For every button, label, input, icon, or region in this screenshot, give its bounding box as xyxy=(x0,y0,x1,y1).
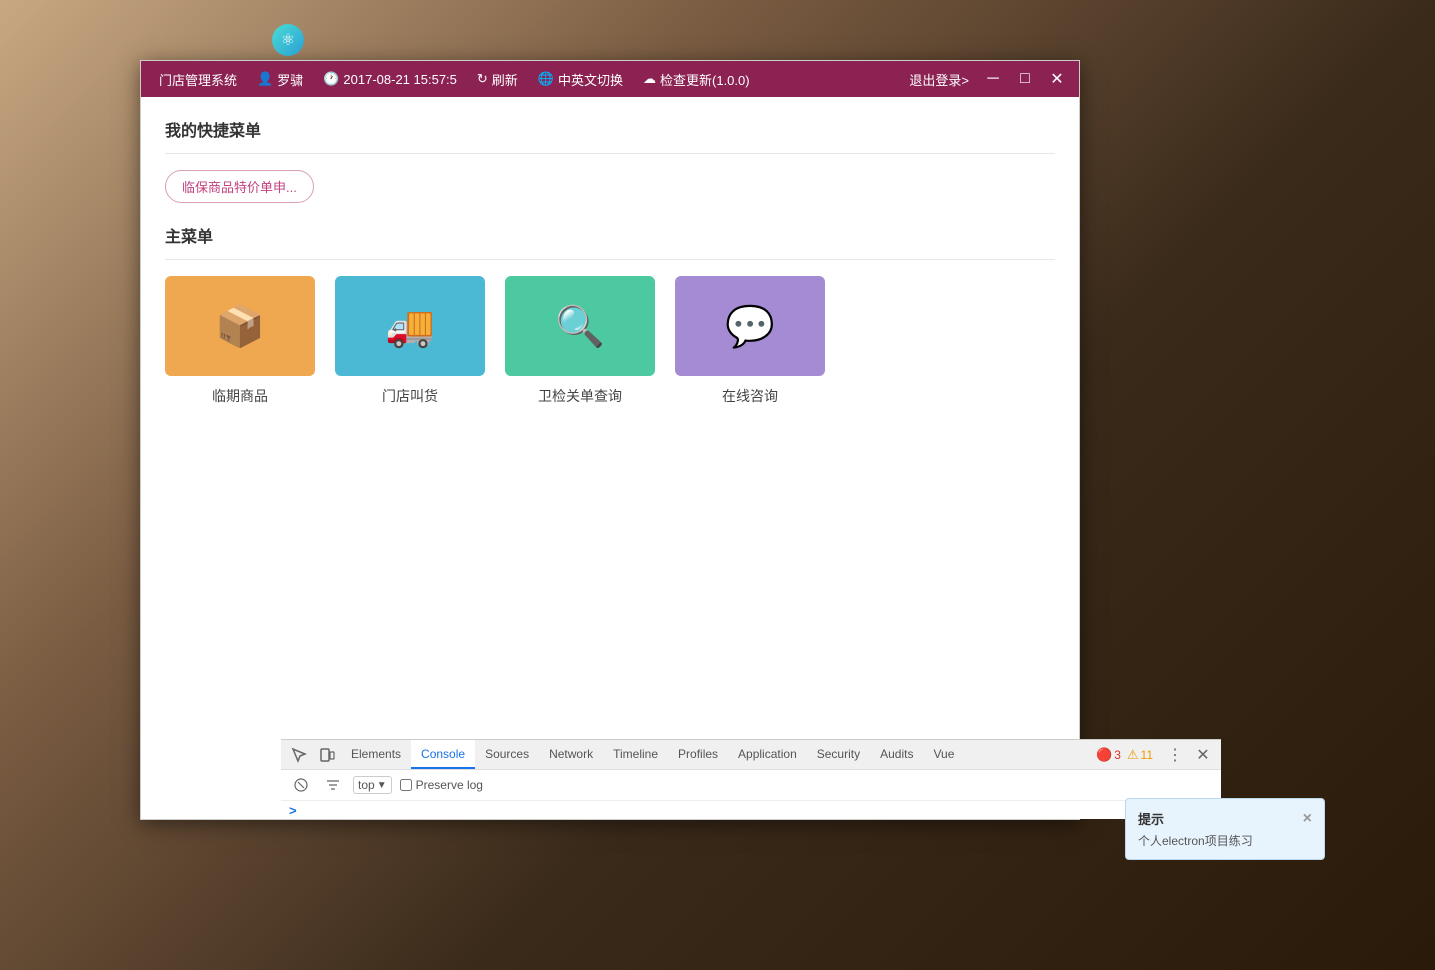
weijian-icon: 🔍 xyxy=(555,303,605,350)
lang-label: 中英文切换 xyxy=(558,70,623,89)
inspect-icon-btn[interactable] xyxy=(285,741,313,769)
preserve-log-check[interactable]: Preserve log xyxy=(400,778,483,792)
check-update-button[interactable]: ☁ 检查更新(1.0.0) xyxy=(633,70,760,89)
devtools-panel: Elements Console Sources Network Timelin… xyxy=(281,739,1221,819)
tab-sources[interactable]: Sources xyxy=(475,740,539,769)
tooltip-box: 提示 × 个人electron项目练习 xyxy=(1125,798,1325,860)
devtools-close-button[interactable]: ✕ xyxy=(1189,741,1217,769)
datetime-label: 2017-08-21 15:57:5 xyxy=(343,72,456,87)
error-count: 3 xyxy=(1114,748,1121,762)
update-icon: ☁ xyxy=(643,71,656,87)
warning-count: 11 xyxy=(1141,748,1153,762)
main-content: 我的快捷菜单 临保商品特价单申... 主菜单 📦 临期商品 xyxy=(141,97,1079,819)
menu-item-mendian[interactable]: 🚚 门店叫货 xyxy=(335,276,485,406)
menu-item-weijian[interactable]: 🔍 卫检关单查询 xyxy=(505,276,655,406)
devtools-tabs: Elements Console Sources Network Timelin… xyxy=(281,740,1221,770)
quick-menu-title: 我的快捷菜单 xyxy=(165,117,1055,141)
close-button[interactable]: ✕ xyxy=(1043,65,1071,93)
quick-menu-section: 我的快捷菜单 临保商品特价单申... xyxy=(165,117,1055,203)
tab-elements[interactable]: Elements xyxy=(341,740,411,769)
linqi-label: 临期商品 xyxy=(212,386,268,406)
app-logo: ⚛ xyxy=(272,24,304,56)
tab-timeline[interactable]: Timeline xyxy=(603,740,668,769)
main-menu-title: 主菜单 xyxy=(165,223,1055,247)
refresh-icon: ↻ xyxy=(477,71,488,87)
mendian-label: 门店叫货 xyxy=(382,386,438,406)
clock-icon: 🕐 xyxy=(323,71,339,87)
app-name[interactable]: 门店管理系统 xyxy=(149,70,247,89)
spacer xyxy=(165,203,1055,223)
tab-profiles[interactable]: Profiles xyxy=(668,740,728,769)
lang-switch-button[interactable]: 🌐 中英文切换 xyxy=(528,70,633,89)
minimize-button[interactable]: ─ xyxy=(979,65,1007,93)
update-label: 检查更新(1.0.0) xyxy=(660,70,750,89)
filter-button[interactable] xyxy=(321,773,345,797)
refresh-label: 刷新 xyxy=(492,70,518,89)
menu-card-weijian: 🔍 xyxy=(505,276,655,376)
preserve-log-checkbox[interactable] xyxy=(400,779,412,791)
quick-shortcut-button[interactable]: 临保商品特价单申... xyxy=(165,170,314,203)
user-info[interactable]: 👤 罗骕 xyxy=(247,70,313,89)
devtools-badges: 🔴 3 ⚠ 11 xyxy=(1096,747,1153,763)
context-value: top xyxy=(358,778,375,792)
zaixian-icon: 💬 xyxy=(725,303,775,350)
devtools-more-button[interactable]: ⋮ xyxy=(1161,741,1189,769)
zaixian-label: 在线咨询 xyxy=(722,386,778,406)
tab-security[interactable]: Security xyxy=(807,740,870,769)
main-menu-section: 主菜单 📦 临期商品 🚚 门店叫货 xyxy=(165,223,1055,406)
console-prompt-symbol: > xyxy=(289,803,297,818)
title-bar: 门店管理系统 👤 罗骕 🕐 2017-08-21 15:57:5 ↻ 刷新 🌐 … xyxy=(141,61,1079,97)
maximize-button[interactable]: □ xyxy=(1011,65,1039,93)
tooltip-title-row: 提示 × xyxy=(1138,809,1312,828)
user-icon: 👤 xyxy=(257,71,273,87)
device-icon-btn[interactable] xyxy=(313,741,341,769)
app-window: 门店管理系统 👤 罗骕 🕐 2017-08-21 15:57:5 ↻ 刷新 🌐 … xyxy=(140,60,1080,820)
menu-grid: 📦 临期商品 🚚 门店叫货 🔍 卫检关单查询 xyxy=(165,276,1055,406)
logout-label: 退出登录> xyxy=(909,70,969,89)
tab-vue[interactable]: Vue xyxy=(923,740,964,769)
tooltip-body: 个人electron项目练习 xyxy=(1138,832,1312,849)
console-prompt-row: > xyxy=(281,800,1221,819)
tab-audits[interactable]: Audits xyxy=(870,740,923,769)
app-name-label: 门店管理系统 xyxy=(159,70,237,89)
warning-triangle-icon: ⚠ xyxy=(1127,747,1139,763)
datetime-display: 🕐 2017-08-21 15:57:5 xyxy=(313,71,467,87)
quick-menu-divider xyxy=(165,153,1055,154)
warning-badge: ⚠ 11 xyxy=(1127,747,1153,763)
chevron-down-icon: ▼ xyxy=(377,780,387,791)
preserve-log-label: Preserve log xyxy=(416,778,483,792)
console-filter-bar: top ▼ Preserve log xyxy=(281,770,1221,800)
tooltip-close-button[interactable]: × xyxy=(1303,810,1312,828)
refresh-button[interactable]: ↻ 刷新 xyxy=(467,70,528,89)
menu-card-zaixian: 💬 xyxy=(675,276,825,376)
weijian-label: 卫检关单查询 xyxy=(538,386,622,406)
menu-card-linqi: 📦 xyxy=(165,276,315,376)
main-menu-divider xyxy=(165,259,1055,260)
menu-item-zaixian[interactable]: 💬 在线咨询 xyxy=(675,276,825,406)
lang-icon: 🌐 xyxy=(538,71,554,87)
tab-network[interactable]: Network xyxy=(539,740,603,769)
tooltip-title-text: 提示 xyxy=(1138,809,1164,828)
tab-console[interactable]: Console xyxy=(411,740,475,769)
username-label: 罗骕 xyxy=(277,70,303,89)
error-badge: 🔴 3 xyxy=(1096,747,1121,763)
context-selector[interactable]: top ▼ xyxy=(353,776,392,794)
window-controls: ─ □ ✕ xyxy=(979,65,1071,93)
linqi-icon: 📦 xyxy=(215,303,265,350)
clear-console-button[interactable] xyxy=(289,773,313,797)
tab-application[interactable]: Application xyxy=(728,740,807,769)
error-circle-icon: 🔴 xyxy=(1096,747,1112,763)
menu-item-linqi[interactable]: 📦 临期商品 xyxy=(165,276,315,406)
logout-button[interactable]: 退出登录> xyxy=(899,70,979,89)
menu-card-mendian: 🚚 xyxy=(335,276,485,376)
mendian-icon: 🚚 xyxy=(385,303,435,350)
